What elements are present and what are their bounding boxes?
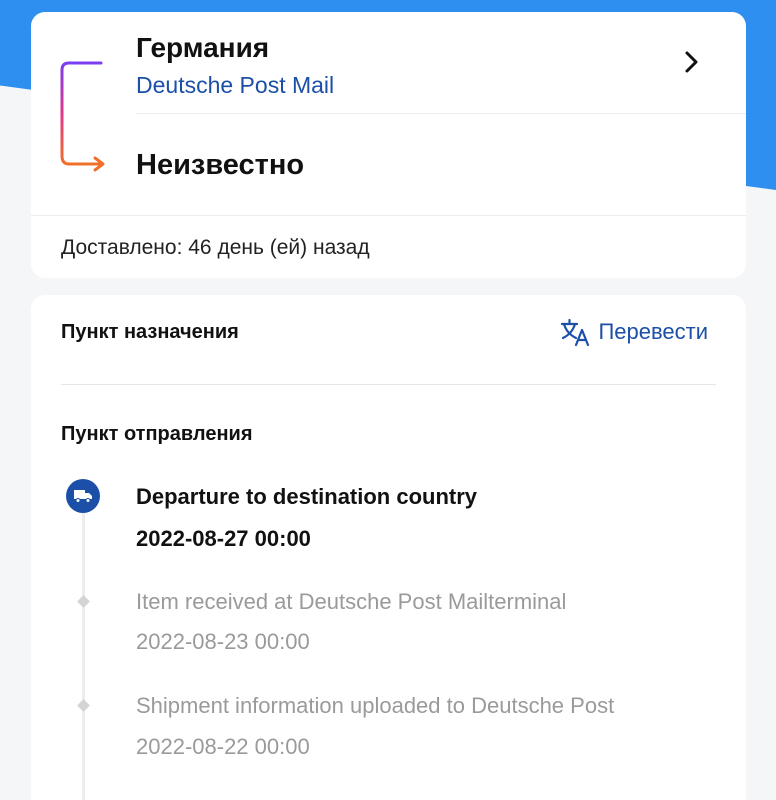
destination-section-title: Пункт назначения: [61, 321, 239, 343]
event-time: 2022-08-22 00:00: [136, 734, 310, 759]
destination-country: Неизвестно: [136, 149, 305, 181]
translate-icon: [561, 318, 590, 347]
carrier-name[interactable]: Deutsche Post Mail: [136, 72, 334, 99]
timeline-line: [82, 510, 85, 800]
divider: [136, 113, 746, 114]
chevron-right-icon[interactable]: [679, 50, 703, 74]
divider: [31, 215, 746, 216]
route-bracket-icon: [60, 61, 105, 172]
origin-section-title: Пункт отправления: [61, 423, 253, 445]
tracking-details-card: Пункт назначения Перевести Пункт отправл…: [31, 295, 746, 800]
truck-icon: [74, 490, 92, 503]
event-title: Departure to destination country: [136, 484, 478, 509]
event-marker: [77, 699, 90, 712]
event-time: 2022-08-27 00:00: [136, 526, 311, 551]
event-title: Item received at Deutsche Post Mailtermi…: [136, 589, 567, 614]
current-event-marker: [66, 479, 100, 513]
event-marker: [77, 595, 90, 608]
event-title: Shipment information uploaded to Deutsch…: [136, 693, 615, 718]
translate-button[interactable]: Перевести: [560, 317, 708, 347]
delivered-status: Доставлено: 46 день (ей) назад: [61, 236, 370, 259]
event-time: 2022-08-23 00:00: [136, 629, 310, 654]
route-card[interactable]: Германия Deutsche Post Mail Неизвестно Д…: [31, 12, 746, 278]
divider: [61, 384, 716, 385]
translate-label: Перевести: [598, 319, 708, 344]
origin-country: Германия: [136, 32, 270, 63]
